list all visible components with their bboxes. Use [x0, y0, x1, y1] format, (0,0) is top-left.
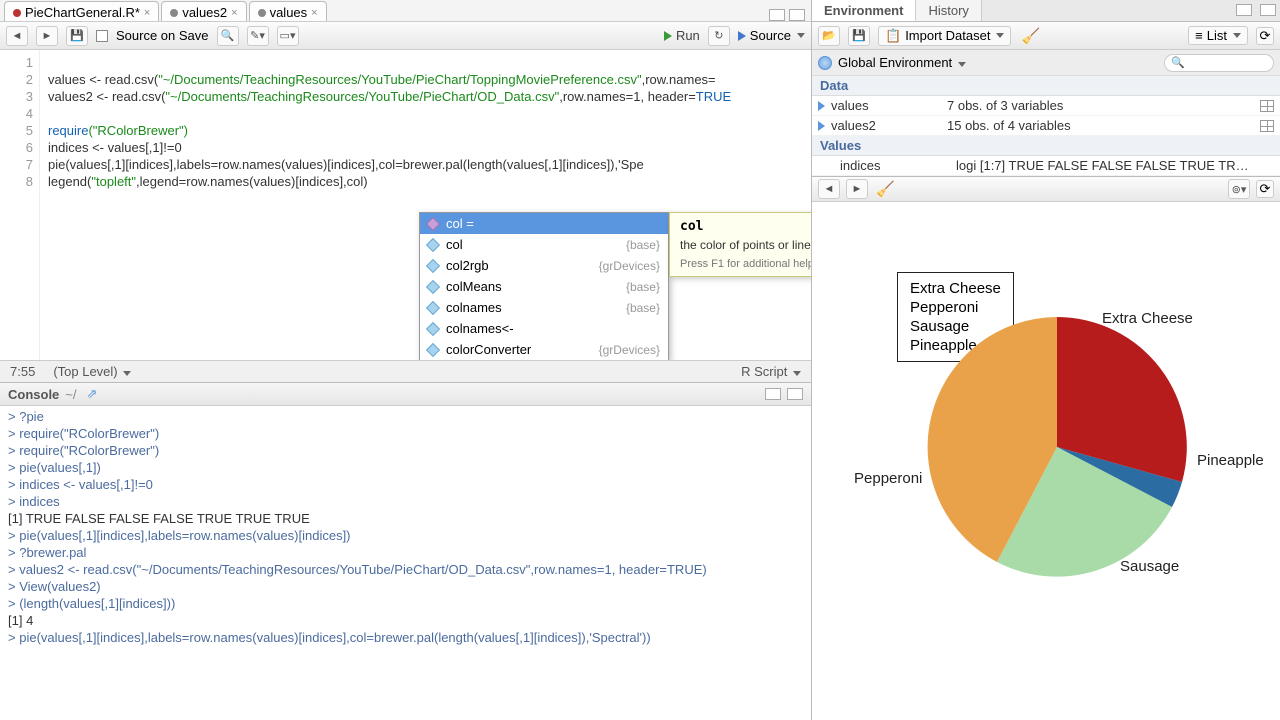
open-icon[interactable]: 📂	[818, 26, 840, 46]
minimize-pane-icon[interactable]	[1236, 4, 1252, 16]
zoom-icon[interactable]: ⊚▾	[1228, 179, 1250, 199]
editor-tabbar: PieChartGeneral.R*× values2× values×	[0, 0, 811, 22]
save-icon[interactable]: 💾	[848, 26, 870, 46]
minimize-pane-icon[interactable]	[769, 9, 785, 21]
ac-item[interactable]: col{base}	[420, 234, 668, 255]
console-title: Console	[8, 387, 59, 402]
console-header: Console ~/ ⇗	[0, 382, 811, 406]
close-icon[interactable]: ×	[311, 7, 317, 19]
popup-icon[interactable]: ⇗	[87, 386, 98, 402]
clear-icon[interactable]: 🧹	[1019, 26, 1042, 46]
list-view-button[interactable]: ≡ List	[1188, 26, 1248, 45]
pie-chart	[812, 202, 1272, 682]
ac-item[interactable]: colorConverter{grDevices}	[420, 339, 668, 360]
autocomplete-popup[interactable]: col = col{base} col2rgb{grDevices} colMe…	[419, 212, 669, 360]
prev-plot-icon[interactable]: ◄	[818, 179, 840, 199]
save-icon[interactable]: 💾	[66, 26, 88, 46]
console[interactable]: ?pierequire("RColorBrewer")require("RCol…	[0, 406, 811, 720]
ac-item[interactable]: colnames{base}	[420, 297, 668, 318]
plot-toolbar: ◄ ► 🧹 ⊚▾ ⟳	[812, 176, 1280, 202]
tab-piechart[interactable]: PieChartGeneral.R*×	[4, 1, 159, 21]
environment-list: Data values7 obs. of 3 variables values2…	[812, 76, 1280, 176]
globe-icon	[818, 56, 832, 70]
env-search-input[interactable]	[1164, 54, 1274, 72]
expand-icon[interactable]	[818, 121, 825, 131]
env-row[interactable]: values7 obs. of 3 variables	[812, 96, 1280, 116]
pie-label: Extra Cheese	[1102, 310, 1193, 327]
ac-item[interactable]: colMeans{base}	[420, 276, 668, 297]
tab-history[interactable]: History	[916, 0, 981, 21]
source-button[interactable]: Source	[738, 28, 805, 43]
wand-icon[interactable]: ✎▾	[247, 26, 269, 46]
close-icon[interactable]: ×	[144, 7, 150, 19]
refresh-plot-icon[interactable]: ⟳	[1256, 180, 1274, 198]
scope-indicator[interactable]: (Top Level)	[53, 364, 131, 379]
env-scope-row: Global Environment	[812, 50, 1280, 76]
back-icon[interactable]: ◄	[6, 26, 28, 46]
env-scope[interactable]: Global Environment	[838, 55, 966, 70]
refresh-icon[interactable]: ⟳	[1256, 27, 1274, 45]
tab-values2[interactable]: values2×	[161, 1, 246, 21]
env-row[interactable]: indiceslogi [1:7] TRUE FALSE FALSE FALSE…	[812, 156, 1280, 176]
code-editor[interactable]: 12345678 values <- read.csv("~/Documents…	[0, 50, 811, 360]
grid-icon[interactable]	[1260, 120, 1274, 132]
tab-values[interactable]: values×	[249, 1, 327, 21]
editor-statusbar: 7:55 (Top Level) R Script	[0, 360, 811, 382]
env-row[interactable]: values215 obs. of 4 variables	[812, 116, 1280, 136]
tab-environment[interactable]: Environment	[812, 0, 916, 21]
minimize-pane-icon[interactable]	[765, 388, 781, 400]
source-on-save-checkbox[interactable]	[96, 30, 108, 42]
pie-label: Sausage	[1120, 558, 1179, 575]
import-dataset-button[interactable]: 📋Import Dataset	[878, 26, 1011, 46]
next-plot-icon[interactable]: ►	[846, 179, 868, 199]
ac-item[interactable]: col =	[420, 213, 668, 234]
line-gutter: 12345678	[0, 50, 40, 360]
ac-item[interactable]: colnames<-	[420, 318, 668, 339]
close-icon[interactable]: ×	[231, 7, 237, 19]
maximize-pane-icon[interactable]	[1260, 4, 1276, 16]
language-indicator[interactable]: R Script	[741, 364, 801, 379]
source-on-save-label: Source on Save	[116, 28, 209, 43]
editor-toolbar: ◄ ► 💾 Source on Save 🔍 ✎▾ ▭▾ Run ↻ Sourc…	[0, 22, 811, 50]
env-tabbar: Environment History	[812, 0, 1280, 22]
ac-item[interactable]: col2rgb{grDevices}	[420, 255, 668, 276]
rerun-icon[interactable]: ↻	[708, 26, 730, 46]
maximize-pane-icon[interactable]	[789, 9, 805, 21]
pie-label: Pepperoni	[854, 470, 922, 487]
grid-icon[interactable]	[1260, 100, 1274, 112]
expand-icon[interactable]	[818, 101, 825, 111]
env-toolbar: 📂 💾 📋Import Dataset 🧹 ≡ List ⟳	[812, 22, 1280, 50]
source-icon	[738, 31, 746, 41]
clear-plot-icon[interactable]: 🧹	[874, 179, 897, 199]
pie-label: Pineapple	[1197, 452, 1264, 469]
plot-area: Extra Cheese Pepperoni Sausage Pineapple…	[812, 202, 1280, 720]
run-icon	[664, 31, 672, 41]
find-icon[interactable]: 🔍	[217, 26, 239, 46]
autocomplete-help: col the color of points or lines appeari…	[669, 212, 811, 277]
env-section-data: Data	[812, 76, 1280, 96]
maximize-pane-icon[interactable]	[787, 388, 803, 400]
cursor-position: 7:55	[10, 364, 35, 379]
run-button[interactable]: Run	[664, 28, 700, 43]
env-section-values: Values	[812, 136, 1280, 156]
forward-icon[interactable]: ►	[36, 26, 58, 46]
console-path: ~/	[65, 387, 76, 402]
report-icon[interactable]: ▭▾	[277, 26, 299, 46]
